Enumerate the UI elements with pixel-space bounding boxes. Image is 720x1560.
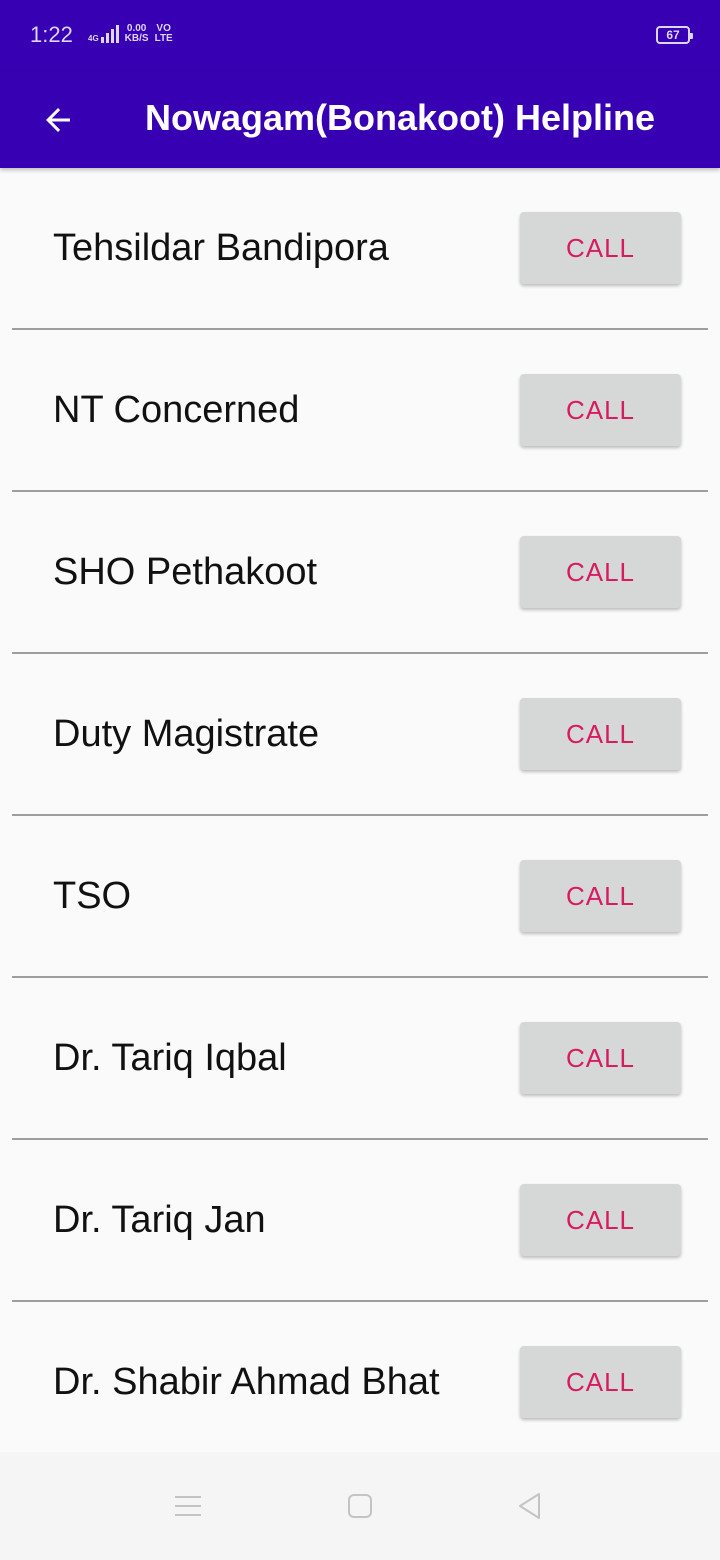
page-title: Nowagam(Bonakoot) Helpline bbox=[145, 97, 656, 138]
network-type: 4G bbox=[88, 34, 99, 43]
volte-indicator: VO LTE bbox=[154, 23, 173, 44]
contact-name: Duty Magistrate bbox=[53, 713, 320, 755]
battery-icon: 67 bbox=[656, 26, 693, 44]
recents-button[interactable] bbox=[164, 1482, 212, 1530]
system-nav-bar bbox=[0, 1452, 720, 1560]
nav-back-button[interactable] bbox=[506, 1482, 554, 1530]
contact-name: Dr. Tariq Jan bbox=[53, 1199, 266, 1241]
back-triangle-icon bbox=[519, 1493, 540, 1519]
call-button[interactable]: CALL bbox=[520, 860, 681, 932]
call-button[interactable]: CALL bbox=[520, 1022, 681, 1094]
status-time: 1:22 bbox=[30, 22, 73, 47]
menu-icon bbox=[175, 1496, 201, 1516]
call-button[interactable]: CALL bbox=[520, 536, 681, 608]
arrow-left-icon bbox=[46, 108, 70, 132]
call-button[interactable]: CALL bbox=[520, 1346, 681, 1418]
back-button[interactable] bbox=[26, 88, 90, 152]
contact-name: SHO Pethakoot bbox=[53, 551, 318, 593]
list-item: Dr. Tariq Iqbal CALL bbox=[0, 978, 720, 1140]
contact-name: Tehsildar Bandipora bbox=[53, 227, 389, 269]
list-item: TSO CALL bbox=[0, 816, 720, 978]
signal-icon: 4G bbox=[88, 25, 119, 43]
list-item: Dr. Shabir Ahmad Bhat CALL bbox=[0, 1302, 720, 1464]
list-item: Tehsildar Bandipora CALL bbox=[0, 168, 720, 330]
call-button[interactable]: CALL bbox=[520, 374, 681, 446]
contact-name: NT Concerned bbox=[53, 389, 300, 431]
contact-name: TSO bbox=[53, 875, 132, 917]
list-item: SHO Pethakoot CALL bbox=[0, 492, 720, 654]
status-icons: 4G 0.00 KB/S VO LTE bbox=[88, 24, 173, 44]
home-button[interactable] bbox=[336, 1482, 384, 1530]
status-bar: 1:22 4G 0.00 KB/S VO LTE 67 bbox=[0, 0, 720, 72]
battery-level: 67 bbox=[666, 28, 680, 42]
contact-list: Tehsildar Bandipora CALL NT Concerned CA… bbox=[0, 168, 720, 1464]
call-button[interactable]: CALL bbox=[520, 1184, 681, 1256]
home-square-icon bbox=[348, 1494, 372, 1518]
network-speed: 0.00 KB/S bbox=[124, 23, 149, 44]
app-bar: Nowagam(Bonakoot) Helpline bbox=[0, 72, 720, 168]
call-button[interactable]: CALL bbox=[520, 698, 681, 770]
contact-name: Dr. Tariq Iqbal bbox=[53, 1037, 287, 1079]
list-item: NT Concerned CALL bbox=[0, 330, 720, 492]
contact-name: Dr. Shabir Ahmad Bhat bbox=[53, 1361, 440, 1403]
list-item: Duty Magistrate CALL bbox=[0, 654, 720, 816]
list-item: Dr. Tariq Jan CALL bbox=[0, 1140, 720, 1302]
call-button[interactable]: CALL bbox=[520, 212, 681, 284]
